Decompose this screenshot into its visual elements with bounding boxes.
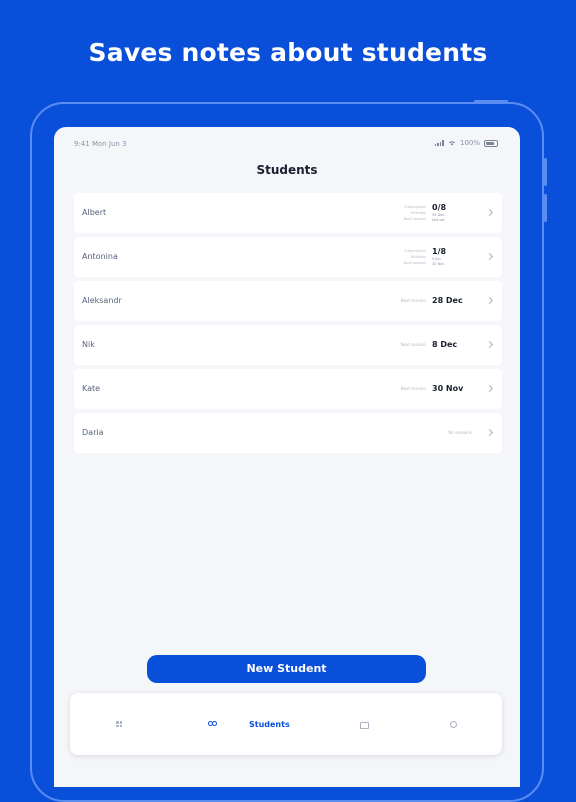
app-screen: 9:41 Mon Jun 3 100% Students Albert Subs… bbox=[54, 127, 520, 787]
status-indicators: 100% bbox=[434, 139, 498, 147]
marketing-headline: Saves notes about students bbox=[88, 38, 488, 67]
stat-labels: Subscription Birthday Next session bbox=[376, 204, 426, 222]
tablet-volume-down-button bbox=[544, 194, 547, 222]
student-row-albert[interactable]: Albert Subscription Birthday Next sessio… bbox=[74, 193, 502, 233]
student-name: Aleksandr bbox=[82, 296, 122, 305]
page-title: Students bbox=[256, 163, 318, 177]
tablet-volume-up-button bbox=[544, 158, 547, 186]
next-session-value: 8 Dec bbox=[432, 340, 458, 349]
stat-subscription-value: 0/8 bbox=[432, 203, 447, 212]
tab-students[interactable]: Students bbox=[208, 693, 290, 755]
chevron-right-icon bbox=[485, 208, 494, 217]
tab-bar: Students bbox=[70, 693, 502, 755]
stat-subscription-value: 1/8 bbox=[432, 247, 447, 256]
student-name: Daria bbox=[82, 428, 104, 437]
people-icon bbox=[208, 721, 217, 727]
student-row-daria[interactable]: Daria No sessions bbox=[74, 413, 502, 453]
student-row-antonina[interactable]: Antonina Subscription Birthday Next sess… bbox=[74, 237, 502, 277]
gear-icon bbox=[450, 720, 457, 728]
status-time: 9:41 Mon Jun 3 bbox=[74, 140, 127, 148]
new-student-button[interactable]: New Student bbox=[147, 655, 426, 683]
next-session-label: Next session bbox=[400, 386, 426, 391]
student-name: Nik bbox=[82, 340, 95, 349]
signal-icon bbox=[434, 140, 444, 146]
student-row-kate[interactable]: Kate Next session 30 Nov bbox=[74, 369, 502, 409]
student-name: Kate bbox=[82, 384, 101, 393]
chevron-right-icon bbox=[485, 296, 494, 305]
chevron-right-icon bbox=[485, 384, 494, 393]
stat-sub-values: 30 Dec Not set bbox=[432, 213, 472, 223]
student-name: Albert bbox=[82, 208, 107, 217]
student-row-aleksandr[interactable]: Aleksandr Next session 28 Dec bbox=[74, 281, 502, 321]
tab-dashboard[interactable] bbox=[116, 693, 122, 755]
tablet-top-button bbox=[474, 100, 508, 103]
stat-sub-values: 5 Jan 30 Nov bbox=[432, 257, 472, 267]
grid-icon bbox=[116, 721, 122, 727]
chevron-right-icon bbox=[485, 428, 494, 437]
next-session-label: Next session bbox=[400, 298, 426, 303]
cake-icon bbox=[360, 721, 369, 729]
stat-next-session-value: Not set bbox=[432, 218, 445, 222]
stat-label-next-session: Next session bbox=[403, 217, 426, 221]
tab-students-label: Students bbox=[249, 719, 290, 729]
stat-labels: Subscription Birthday Next session bbox=[376, 248, 426, 266]
status-bar: 9:41 Mon Jun 3 100% bbox=[54, 127, 520, 157]
stat-label-next-session: Next session bbox=[403, 261, 426, 265]
chevron-right-icon bbox=[485, 252, 494, 261]
tab-settings[interactable] bbox=[450, 693, 457, 755]
next-session-value: 30 Nov bbox=[432, 384, 464, 393]
next-session-label: Next session bbox=[400, 342, 426, 347]
chevron-right-icon bbox=[485, 340, 494, 349]
student-name: Antonina bbox=[82, 252, 118, 261]
battery-percent: 100% bbox=[459, 139, 480, 147]
next-session-value: 28 Dec bbox=[432, 296, 463, 305]
wifi-icon bbox=[448, 141, 455, 146]
no-sessions-label: No sessions bbox=[448, 430, 472, 435]
stat-next-session-value: 30 Nov bbox=[432, 262, 445, 266]
battery-icon bbox=[484, 139, 498, 147]
student-row-nik[interactable]: Nik Next session 8 Dec bbox=[74, 325, 502, 365]
tab-birthdays[interactable] bbox=[360, 693, 369, 755]
students-list: Albert Subscription Birthday Next sessio… bbox=[74, 193, 502, 457]
